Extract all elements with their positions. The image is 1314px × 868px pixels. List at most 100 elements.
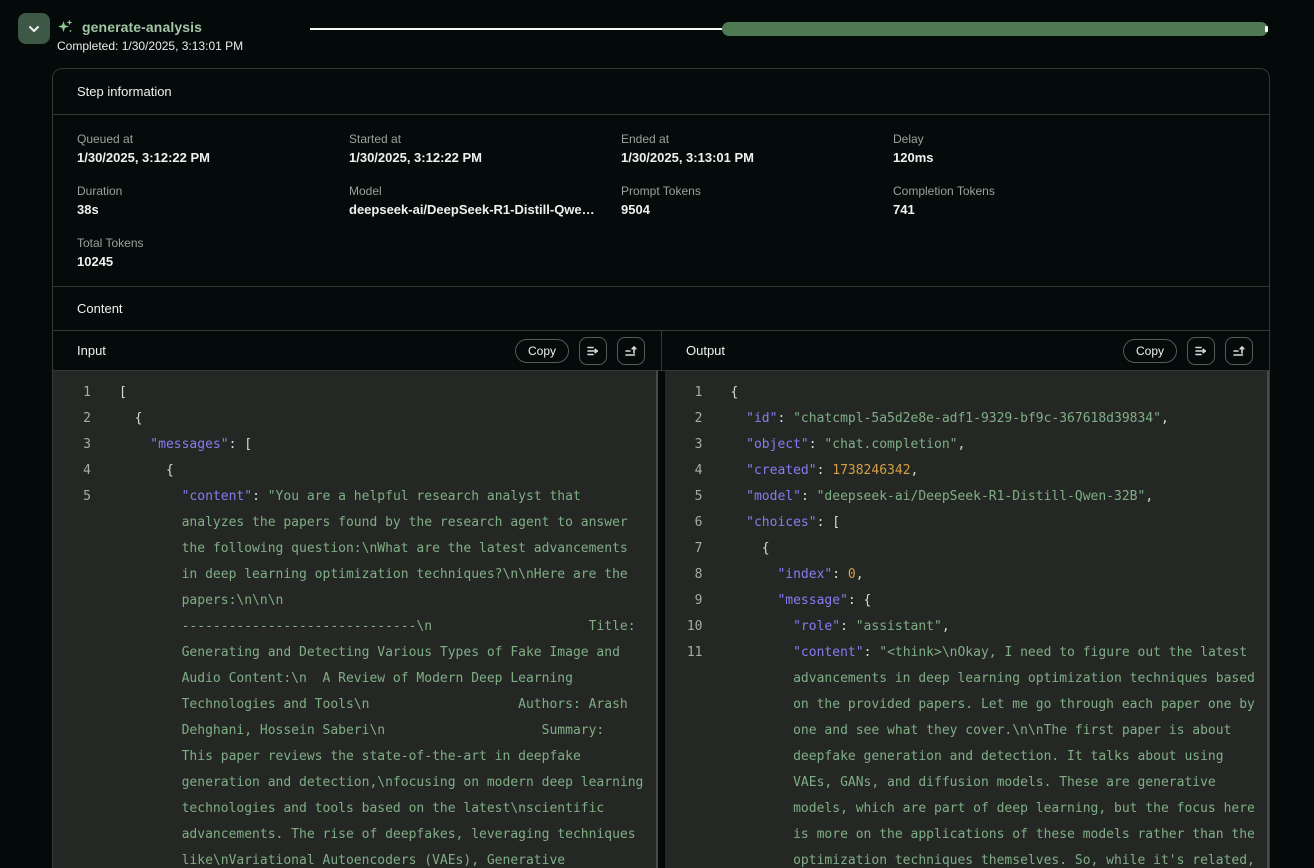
info-field-label: Model — [349, 184, 621, 198]
code-line: 8"index": 0, — [665, 562, 1270, 588]
line-number: 4 — [665, 458, 703, 484]
code-line: This paper reviews the state-of-the-art … — [53, 744, 658, 770]
info-field: Duration 38s — [77, 184, 349, 222]
line-number: 4 — [53, 458, 91, 484]
code-line: 5"model": "deepseek-ai/DeepSeek-R1-Disti… — [665, 484, 1270, 510]
code-line: advancements. The rise of deepfakes, lev… — [53, 822, 658, 848]
line-number: 2 — [665, 406, 703, 432]
line-number: 8 — [665, 562, 703, 588]
output-expand-button[interactable] — [1225, 337, 1253, 365]
collapse-step-button[interactable] — [18, 13, 50, 44]
code-line: 7{ — [665, 536, 1270, 562]
line-number — [53, 848, 91, 868]
wrap-lines-icon — [1193, 343, 1209, 359]
input-code[interactable]: 1[2{3"messages": [4{5"content": "You are… — [53, 371, 658, 868]
line-number — [665, 744, 703, 770]
line-number — [53, 588, 91, 614]
line-number — [53, 822, 91, 848]
code-line: Technologies and Tools\n Authors: Arash — [53, 692, 658, 718]
completed-timestamp: Completed: 1/30/2025, 3:13:01 PM — [57, 39, 243, 53]
output-code[interactable]: 1{2"id": "chatcmpl-5a5d2e8e-adf1-9329-bf… — [665, 371, 1270, 868]
info-field: Queued at1/30/2025, 3:12:22 PM — [77, 132, 349, 170]
lines-arrow-up-icon — [623, 343, 639, 359]
content-header: Content — [53, 286, 1269, 331]
line-number — [665, 848, 703, 868]
info-field: Model deepseek-ai/DeepSeek-R1-Distill-Qwe… — [349, 184, 621, 222]
line-number — [53, 718, 91, 744]
step-information-header: Step information — [53, 69, 1269, 115]
code-line: 10"role": "assistant", — [665, 614, 1270, 640]
line-number — [665, 770, 703, 796]
line-number: 6 — [665, 510, 703, 536]
info-field: Completion Tokens741 — [893, 184, 1165, 222]
info-field-label: Queued at — [77, 132, 349, 146]
wrap-lines-icon — [585, 343, 601, 359]
line-number — [53, 614, 91, 640]
line-number — [53, 666, 91, 692]
info-field-value: 38s — [77, 202, 337, 217]
code-line: 1[ — [53, 380, 658, 406]
code-grid: 1[2{3"messages": [4{5"content": "You are… — [53, 371, 1269, 868]
code-line: 3"messages": [ — [53, 432, 658, 458]
input-header: Input Copy — [53, 331, 661, 370]
code-line: technologies and tools based on the late… — [53, 796, 658, 822]
line-number: 3 — [53, 432, 91, 458]
code-line: one and see what they cover.\n\nThe firs… — [665, 718, 1270, 744]
step-header: generate-analysis Completed: 1/30/2025, … — [57, 18, 243, 53]
info-field: Ended at1/30/2025, 3:13:01 PM — [621, 132, 893, 170]
code-line: is more on the applications of these mod… — [665, 822, 1270, 848]
io-header-row: Input Copy — [53, 331, 1269, 371]
code-line: like\nVariational Autoencoders (VAEs), G… — [53, 848, 658, 868]
info-field-value: 120ms — [893, 150, 1153, 165]
code-line: 5"content": "You are a helpful research … — [53, 484, 658, 510]
line-number: 7 — [665, 536, 703, 562]
line-number — [53, 536, 91, 562]
sparkles-icon — [57, 18, 74, 35]
input-copy-button[interactable]: Copy — [515, 339, 569, 363]
info-field-label: Duration — [77, 184, 349, 198]
line-number — [53, 796, 91, 822]
step-info-grid: Queued at1/30/2025, 3:12:22 PMStarted at… — [53, 115, 1269, 286]
step-information-title: Step information — [77, 84, 172, 99]
line-number — [665, 796, 703, 822]
content-title: Content — [77, 301, 123, 316]
line-number: 1 — [665, 380, 703, 406]
code-line: optimization techniques themselves. So, … — [665, 848, 1270, 868]
line-number: 3 — [665, 432, 703, 458]
input-wrap-button[interactable] — [579, 337, 607, 365]
code-line: 9"message": { — [665, 588, 1270, 614]
page-title: generate-analysis — [82, 19, 202, 35]
line-number: 10 — [665, 614, 703, 640]
code-line: 4{ — [53, 458, 658, 484]
code-line: 4"created": 1738246342, — [665, 458, 1270, 484]
output-copy-button[interactable]: Copy — [1123, 339, 1177, 363]
code-line: 6"choices": [ — [665, 510, 1270, 536]
timeline-duration-bar[interactable] — [722, 22, 1268, 36]
code-line: 2"id": "chatcmpl-5a5d2e8e-adf1-9329-bf9c… — [665, 406, 1270, 432]
line-number — [665, 822, 703, 848]
code-line: Audio Content:\n A Review of Modern Deep… — [53, 666, 658, 692]
line-number — [665, 666, 703, 692]
code-line: Generating and Detecting Various Types o… — [53, 640, 658, 666]
info-field-label: Started at — [349, 132, 621, 146]
code-line: models, which are part of deep learning,… — [665, 796, 1270, 822]
lines-arrow-up-icon — [1231, 343, 1247, 359]
info-field: Delay120ms — [893, 132, 1165, 170]
step-detail-card: Step information Queued at1/30/2025, 3:1… — [52, 68, 1270, 868]
chevron-down-icon — [27, 22, 41, 36]
info-field-label: Completion Tokens — [893, 184, 1165, 198]
code-line: 1{ — [665, 380, 1270, 406]
output-wrap-button[interactable] — [1187, 337, 1215, 365]
line-number — [53, 640, 91, 666]
info-field: Total Tokens 10245 — [77, 236, 349, 274]
code-line: papers:\n\n\n — [53, 588, 658, 614]
output-title: Output — [686, 343, 725, 358]
line-number — [53, 562, 91, 588]
line-number — [665, 718, 703, 744]
info-field-value: 9504 — [621, 202, 881, 217]
info-field-value: 10245 — [77, 254, 337, 269]
line-number: 2 — [53, 406, 91, 432]
input-expand-button[interactable] — [617, 337, 645, 365]
info-field-value: deepseek-ai/DeepSeek-R1-Distill-Qwe… — [349, 202, 609, 217]
info-field-label: Total Tokens — [77, 236, 349, 250]
